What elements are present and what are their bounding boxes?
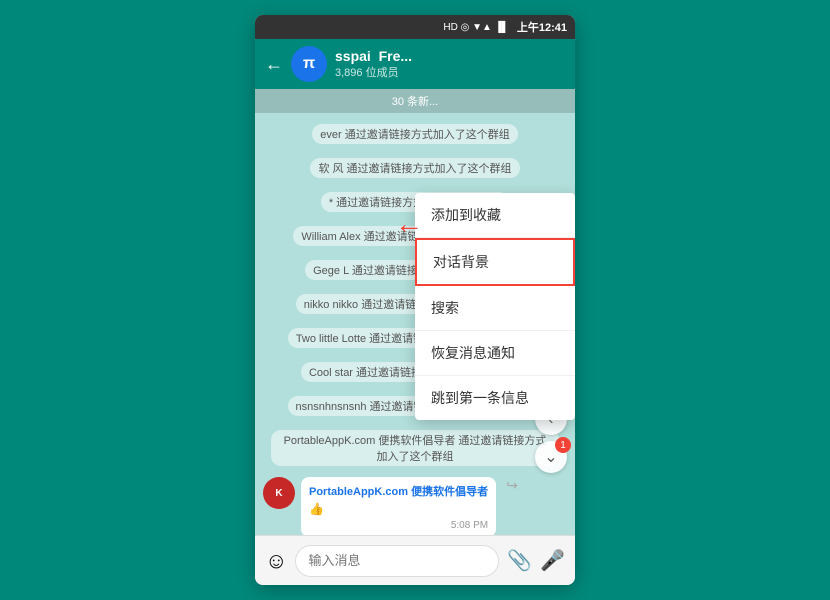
scroll-down-wrapper: ⌄ 1 [535, 441, 567, 473]
header-name: sspai Fre... [335, 48, 565, 64]
menu-item-add-favorite[interactable]: 添加到收藏 [415, 193, 575, 238]
chat-area: 30 条新... ever 通过邀请链接方式加入了这个群组 软 风 通过邀请链接… [255, 89, 575, 535]
input-bar: ☺ 📎 🎤 [255, 535, 575, 585]
header-info: sspai Fre... 3,896 位成员 [335, 48, 565, 80]
menu-item-jump-first[interactable]: 跳到第一条信息 [415, 376, 575, 420]
menu-item-search[interactable]: 搜索 [415, 286, 575, 331]
mic-button[interactable]: 🎤 [540, 548, 565, 573]
message-input[interactable] [295, 545, 499, 577]
notification-bar: 30 条新... [255, 89, 575, 113]
header-sub: 3,896 位成员 [335, 64, 565, 80]
avatar-portable: K [263, 477, 295, 509]
unread-badge: 1 [555, 437, 571, 453]
status-time: 上午12:41 [517, 19, 567, 35]
status-bar: HD ◎ ▼▲ ▐▌ 上午12:41 [255, 15, 575, 39]
sys-msg-feng: 软 风 通过邀请链接方式加入了这个群组 [255, 154, 575, 182]
phone-container: HD ◎ ▼▲ ▐▌ 上午12:41 ← π sspai Fre... 3,89… [255, 15, 575, 585]
message-row-1: K PortableAppK.com 便携软件倡导者 👍 5:08 PM ↪ [263, 477, 567, 535]
sys-msg-portable: PortableAppK.com 便携软件倡导者 通过邀请链接方式加入了这个群组 [255, 426, 575, 470]
header-avatar: π [291, 46, 327, 82]
forward-icon-1[interactable]: ↪ [506, 477, 518, 494]
msg-row-wrapper-1: PortableAppK.com 便携软件倡导者 👍 5:08 PM [301, 477, 496, 535]
dropdown-menu: 添加到收藏 对话背景 搜索 恢复消息通知 跳到第一条信息 [415, 193, 575, 420]
chat-header: ← π sspai Fre... 3,896 位成员 [255, 39, 575, 89]
attach-button[interactable]: 📎 [507, 548, 532, 573]
msg-bubble-1: PortableAppK.com 便携软件倡导者 👍 5:08 PM [301, 477, 496, 535]
red-arrow-annotation: ← [395, 208, 423, 240]
emoji-button[interactable]: ☺ [265, 548, 287, 574]
menu-item-restore-notify[interactable]: 恢复消息通知 [415, 331, 575, 376]
sys-msg-ever: ever 通过邀请链接方式加入了这个群组 [255, 120, 575, 148]
status-icons: HD ◎ ▼▲ ▐▌ [443, 22, 508, 33]
back-button[interactable]: ← [265, 54, 283, 75]
menu-item-chat-background[interactable]: 对话背景 [415, 238, 575, 286]
